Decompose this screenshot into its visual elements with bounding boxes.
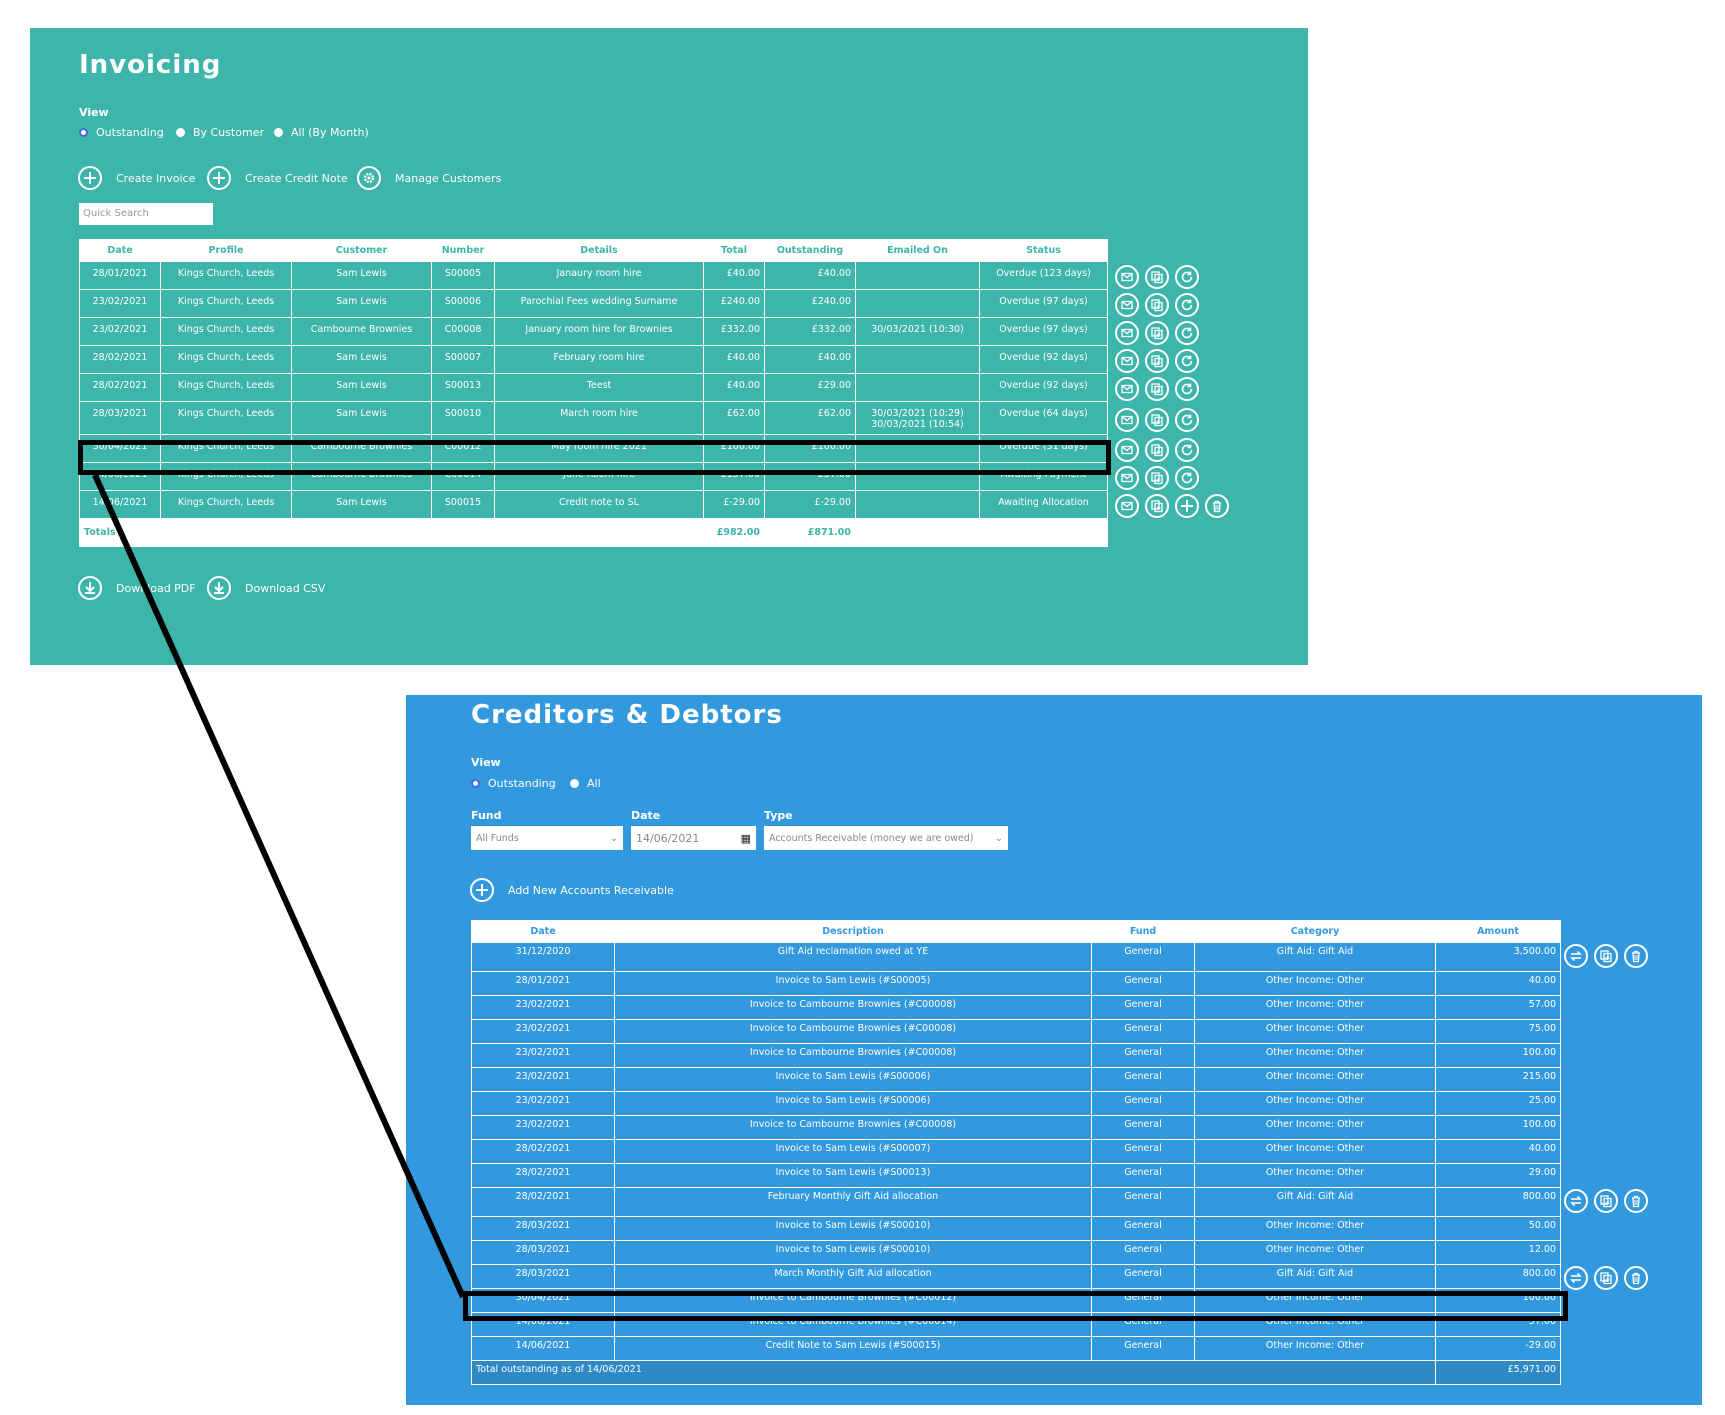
connector-line xyxy=(92,473,466,1299)
